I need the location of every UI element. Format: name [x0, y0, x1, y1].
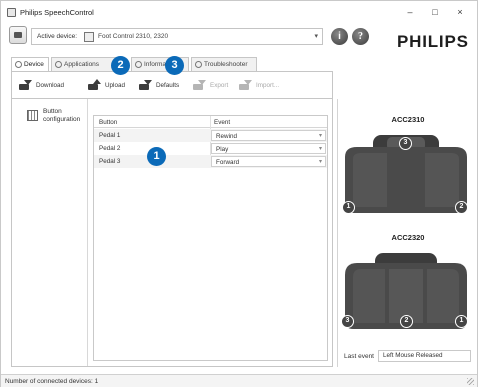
import-button[interactable]: Import... [238, 80, 279, 92]
status-bar: Number of connected devices: 1 [1, 374, 477, 387]
row-button-name: Pedal 1 [99, 132, 121, 139]
active-device-select[interactable]: Active device: Foot Control 2310, 2320 ▾ [31, 28, 323, 45]
tab-troubleshooter-label: Troubleshooter [204, 61, 248, 68]
content-panel: Button configuration Button Event Pedal … [11, 99, 333, 367]
defaults-button[interactable]: Defaults [138, 80, 179, 92]
tab-device[interactable]: Device [11, 57, 49, 72]
last-event-label: Last event [344, 353, 374, 360]
column-header-event: Event [214, 119, 231, 126]
info-icon[interactable]: i [331, 28, 348, 45]
tab-applications-label: Applications [64, 61, 100, 68]
pedal-badge: 2 [400, 315, 413, 328]
maximize-button[interactable]: □ [426, 6, 444, 18]
table-row[interactable]: Pedal 2 Play ▾ [94, 142, 327, 155]
upload-icon [87, 79, 102, 92]
foot-control-icon [84, 32, 94, 42]
window-title: Philips SpeechControl [20, 8, 94, 17]
table-row[interactable]: Pedal 1 Rewind ▾ [94, 129, 327, 142]
information-tab-icon [135, 61, 142, 68]
close-button[interactable]: × [451, 6, 469, 18]
chevron-down-icon: ▾ [318, 133, 322, 139]
callout-badge: 1 [147, 147, 166, 166]
event-select[interactable]: Forward ▾ [211, 156, 326, 167]
chevron-down-icon: ▾ [314, 33, 318, 40]
event-select-value: Forward [216, 159, 240, 166]
active-device-value: Foot Control 2310, 2320 [98, 33, 169, 40]
export-icon [192, 80, 207, 92]
side-nav-item-button-configuration[interactable]: Button configuration [43, 108, 87, 124]
app-icon [7, 8, 16, 17]
export-label: Export [210, 82, 229, 89]
callout-badge: 2 [111, 56, 130, 75]
event-select-value: Rewind [216, 133, 237, 140]
chevron-down-icon: ▾ [318, 146, 322, 152]
active-device-label: Active device: [37, 33, 78, 40]
app-window: Philips SpeechControl – □ × Active devic… [0, 0, 478, 387]
applications-tab-icon [55, 61, 62, 68]
connected-devices-status: Number of connected devices: 1 [5, 378, 99, 385]
device-preview-pane: ACC2310 3 1 2 ACC2320 3 2 1 Last event L… [337, 99, 477, 367]
download-icon [18, 80, 33, 92]
import-label: Import... [256, 82, 280, 89]
philips-logo: PHILIPS [397, 32, 469, 51]
defaults-label: Defaults [156, 82, 180, 89]
import-icon [238, 80, 253, 92]
troubleshooter-tab-icon [195, 61, 202, 68]
defaults-icon [138, 80, 153, 92]
column-header-button: Button [99, 119, 118, 126]
pedal-badge: 3 [341, 315, 354, 328]
table-row[interactable]: Pedal 3 Forward ▾ [94, 155, 327, 168]
device2-title: ACC2320 [391, 233, 425, 242]
connect-icon[interactable] [9, 26, 27, 44]
event-select-value: Play [216, 146, 229, 153]
device1-title: ACC2310 [391, 115, 425, 124]
button-event-grid: Button Event Pedal 1 Rewind ▾ Pedal 2 Pl… [93, 115, 328, 361]
event-select[interactable]: Play ▾ [211, 143, 326, 154]
pedal-badge: 2 [455, 201, 468, 214]
device-tab-icon [15, 61, 22, 68]
device-bar: Active device: Foot Control 2310, 2320 ▾… [1, 24, 477, 54]
button-configuration-icon [27, 110, 38, 121]
download-button[interactable]: Download [18, 80, 64, 92]
side-nav: Button configuration [12, 99, 88, 366]
upload-label: Upload [105, 82, 125, 89]
minimize-button[interactable]: – [401, 6, 419, 18]
export-button[interactable]: Export [192, 80, 228, 92]
toolbar: Download Upload Defaults Export Import..… [11, 71, 333, 99]
last-event-field: Left Mouse Released [378, 350, 471, 362]
row-button-name: Pedal 2 [99, 145, 121, 152]
upload-button[interactable]: Upload [87, 79, 125, 92]
chevron-down-icon: ▾ [318, 159, 322, 165]
pedal-badge: 1 [455, 315, 468, 328]
pedal-badge: 3 [399, 137, 412, 150]
tab-device-label: Device [24, 61, 44, 68]
pedal-badge: 1 [342, 201, 355, 214]
event-select[interactable]: Rewind ▾ [211, 130, 326, 141]
resize-grip-icon[interactable] [467, 378, 474, 385]
tab-troubleshooter[interactable]: Troubleshooter [191, 57, 257, 71]
help-icon[interactable]: ? [352, 28, 369, 45]
row-button-name: Pedal 3 [99, 158, 121, 165]
title-bar: Philips SpeechControl – □ × [1, 1, 477, 23]
download-label: Download [36, 82, 65, 89]
callout-badge: 3 [165, 56, 184, 75]
